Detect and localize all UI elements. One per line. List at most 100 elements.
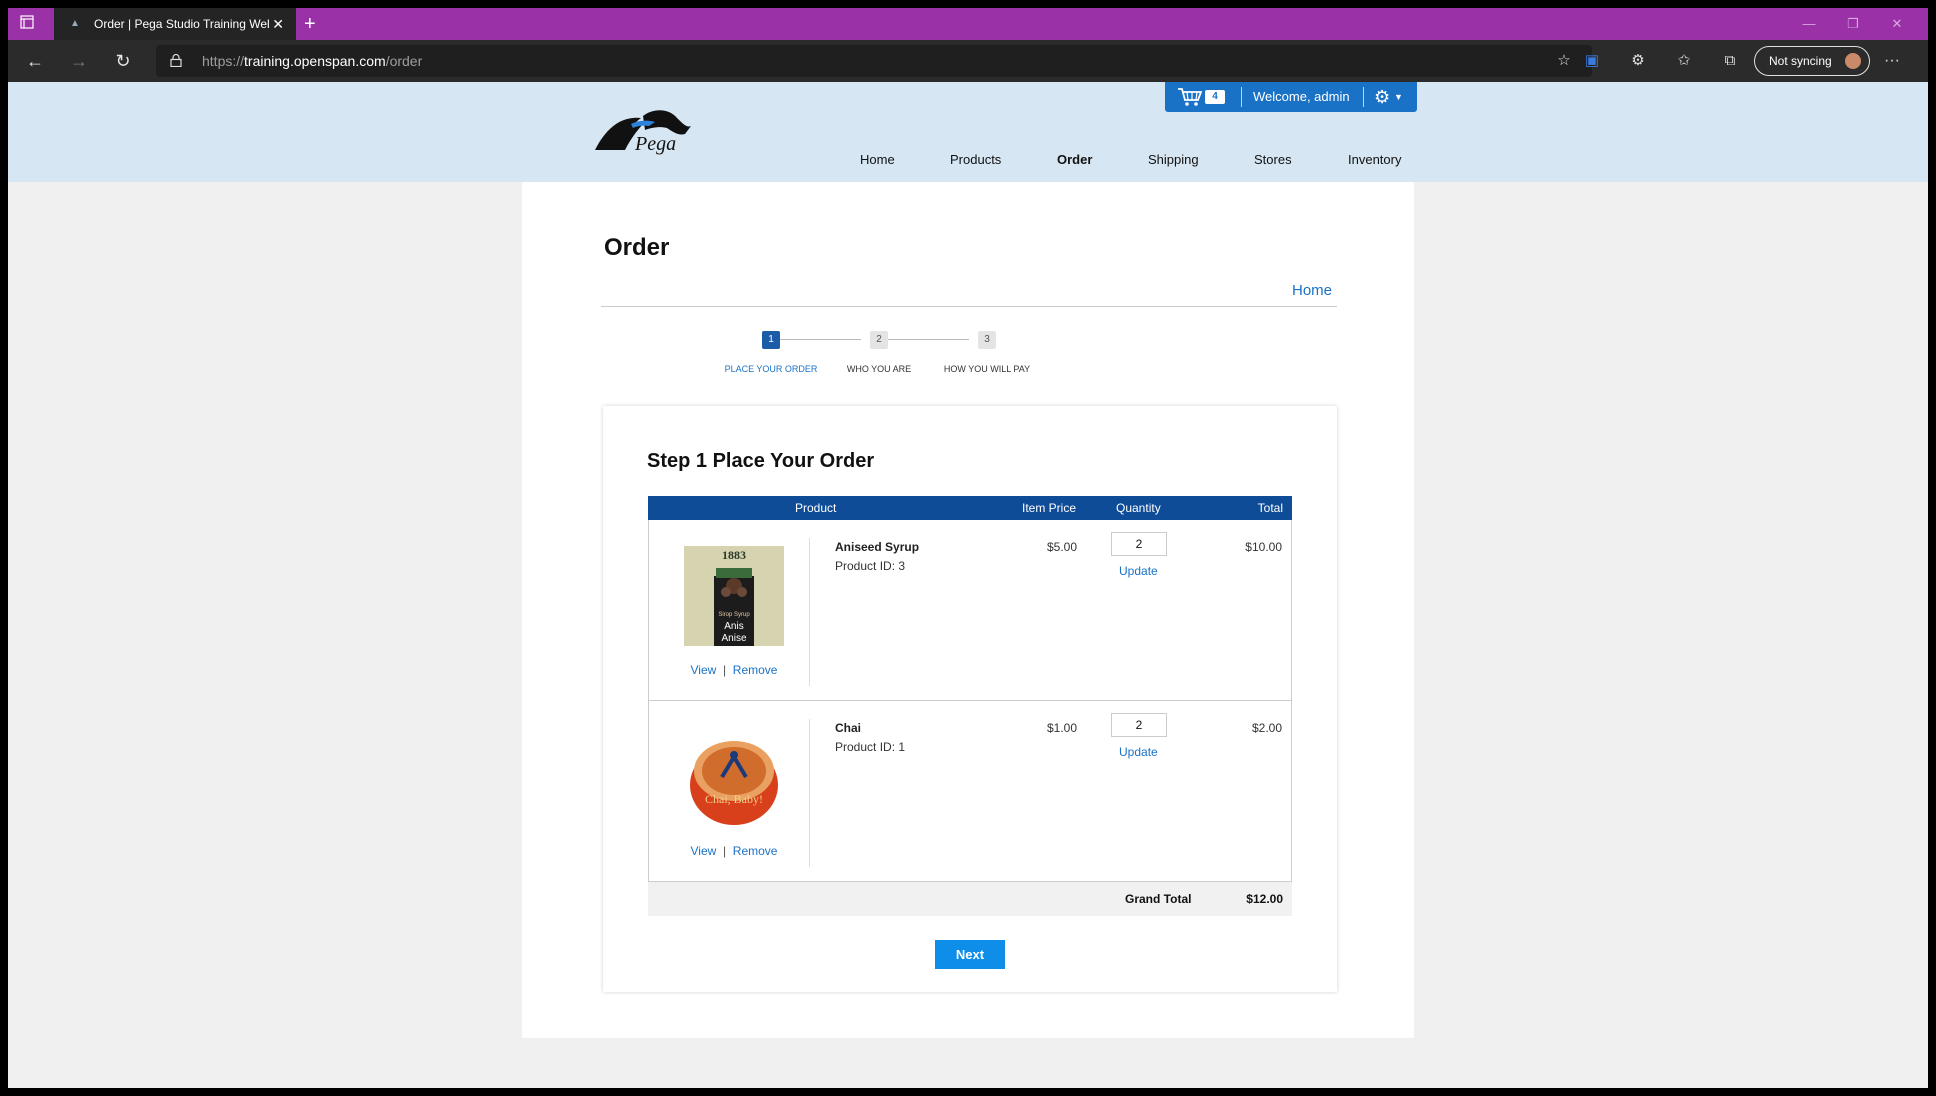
label-anise: Anise	[721, 633, 746, 644]
item-price: $1.00	[1047, 721, 1078, 735]
new-tab-icon[interactable]: +	[304, 8, 316, 40]
nav-shipping[interactable]: Shipping	[1148, 152, 1199, 167]
caret-down-icon[interactable]: ▼	[1394, 82, 1403, 112]
page-title: Order	[604, 234, 670, 261]
browser-tab[interactable]: ▲ Order | Pega Studio Training Wel ✕	[54, 8, 296, 40]
step-3-label: HOW YOU WILL PAY	[943, 364, 1031, 374]
tab-actions-icon[interactable]	[18, 15, 36, 33]
pega-logo[interactable]: Pega	[593, 106, 699, 160]
product-id: Product ID: 1	[835, 740, 906, 754]
row-actions: View | Remove	[649, 844, 819, 858]
step-2-number[interactable]: 2	[870, 331, 888, 349]
card-title: Step 1 Place Your Order	[647, 450, 875, 472]
label-anis: Anis	[724, 621, 743, 632]
url-path: /order	[385, 53, 423, 69]
column-quantity: Quantity	[1116, 501, 1161, 515]
nav-inventory[interactable]: Inventory	[1348, 152, 1401, 167]
nav-home[interactable]: Home	[860, 152, 895, 167]
shopping-cart-icon[interactable]	[1177, 87, 1203, 107]
url-scheme: https://	[202, 53, 245, 69]
web-page: Pega Home Products Order Shipping Stores…	[8, 82, 1928, 1088]
close-tab-icon[interactable]: ✕	[272, 8, 284, 40]
view-link[interactable]: View	[691, 663, 717, 677]
update-link[interactable]: Update	[1119, 564, 1158, 578]
product-image-aniseed-syrup[interactable]: 1883 Sirop Syrup Anis Anise	[684, 546, 784, 646]
remove-link[interactable]: Remove	[733, 663, 778, 677]
user-bar: 4 Welcome, admin ⚙ ▼	[1165, 82, 1417, 112]
welcome-text[interactable]: Welcome, admin	[1253, 82, 1350, 112]
row-total: $2.00	[1251, 721, 1282, 735]
restore-icon[interactable]: ❐	[1830, 8, 1876, 40]
divider	[1363, 87, 1364, 107]
browser-window: ▲ Order | Pega Studio Training Wel ✕ + —…	[8, 8, 1928, 1088]
favorite-add-icon[interactable]: ☆	[1554, 51, 1574, 71]
label-1883: 1883	[722, 548, 746, 562]
quantity-input[interactable]	[1111, 532, 1167, 556]
gear-icon[interactable]: ⚙	[1374, 87, 1390, 107]
minimize-icon[interactable]: —	[1786, 8, 1832, 40]
grand-total-value: $12.00	[1246, 892, 1283, 906]
extension-icon[interactable]: ▣	[1582, 51, 1602, 71]
breadcrumb-home-link[interactable]: Home	[1292, 282, 1332, 299]
step-2-label: WHO YOU ARE	[846, 364, 912, 374]
url-text: https://training.openspan.com/order	[202, 45, 422, 77]
remove-link[interactable]: Remove	[733, 844, 778, 858]
column-product: Product	[795, 501, 837, 515]
more-options-icon[interactable]: ···	[1884, 50, 1900, 72]
quantity-input[interactable]	[1111, 713, 1167, 737]
row-actions: View | Remove	[649, 663, 819, 677]
nav-products[interactable]: Products	[950, 152, 1001, 167]
profile-sync-button[interactable]: Not syncing	[1754, 46, 1870, 76]
step-3-number[interactable]: 3	[978, 331, 996, 349]
item-price: $5.00	[1047, 540, 1078, 554]
pega-favicon-icon: ▲	[70, 18, 80, 29]
step-connector	[879, 339, 969, 340]
sync-label: Not syncing	[1769, 54, 1832, 68]
product-image-chai[interactable]: Chai, Baby!	[684, 727, 784, 827]
lock-icon	[170, 54, 182, 67]
favorites-icon[interactable]: ✩	[1674, 51, 1694, 71]
nav-stores[interactable]: Stores	[1254, 152, 1292, 167]
forward-icon[interactable]: →	[68, 50, 90, 72]
product-id: Product ID: 3	[835, 559, 906, 573]
address-bar[interactable]: https://training.openspan.com/order ☆	[156, 45, 1592, 77]
next-button[interactable]: Next	[935, 940, 1005, 969]
table-row: 1883 Sirop Syrup Anis Anise View | Remov…	[648, 520, 1292, 701]
back-icon[interactable]: ←	[24, 50, 46, 72]
refresh-icon[interactable]: ↻	[112, 50, 134, 72]
label-chai-baby: Chai, Baby!	[705, 792, 763, 806]
update-link[interactable]: Update	[1119, 745, 1158, 759]
view-link[interactable]: View	[691, 844, 717, 858]
avatar	[1845, 53, 1861, 69]
close-window-icon[interactable]: ✕	[1874, 8, 1920, 40]
row-total: $10.00	[1245, 540, 1282, 554]
extensions-puzzle-icon[interactable]: ⚙	[1628, 51, 1648, 71]
collections-icon[interactable]: ⧉	[1720, 51, 1740, 71]
column-total: Total	[1257, 501, 1283, 515]
order-card: Step 1 Place Your Order Product Item Pri…	[603, 406, 1337, 992]
address-toolbar: ← → ↻ https://training.openspan.com/orde…	[8, 40, 1928, 82]
separator: |	[722, 844, 727, 858]
cart-count-badge: 4	[1205, 90, 1225, 104]
nav-order[interactable]: Order	[1057, 152, 1092, 167]
url-host: training.openspan.com	[244, 53, 386, 69]
step-1-label: PLACE YOUR ORDER	[724, 364, 818, 374]
grand-total-label: Grand Total	[1125, 892, 1192, 906]
step-connector	[771, 339, 861, 340]
column-item-price: Item Price	[1022, 501, 1077, 515]
separator: |	[722, 663, 727, 677]
table-header: Product Item Price Quantity Total	[648, 496, 1292, 520]
divider	[809, 538, 810, 686]
label-sirop-syrup: Sirop Syrup	[718, 612, 750, 618]
site-header: Pega Home Products Order Shipping Stores…	[8, 82, 1928, 182]
divider	[601, 306, 1337, 307]
divider	[1241, 87, 1242, 107]
logo-text: Pega	[634, 133, 676, 155]
product-name: Chai	[835, 721, 862, 735]
step-1-number[interactable]: 1	[762, 331, 780, 349]
table-row: Chai, Baby! View | Remove Chai Product I…	[648, 701, 1292, 882]
product-name: Aniseed Syrup	[835, 540, 920, 554]
tab-title: Order | Pega Studio Training Wel	[94, 17, 270, 31]
grand-total-row: Grand Total $12.00	[648, 882, 1292, 916]
divider	[809, 719, 810, 867]
